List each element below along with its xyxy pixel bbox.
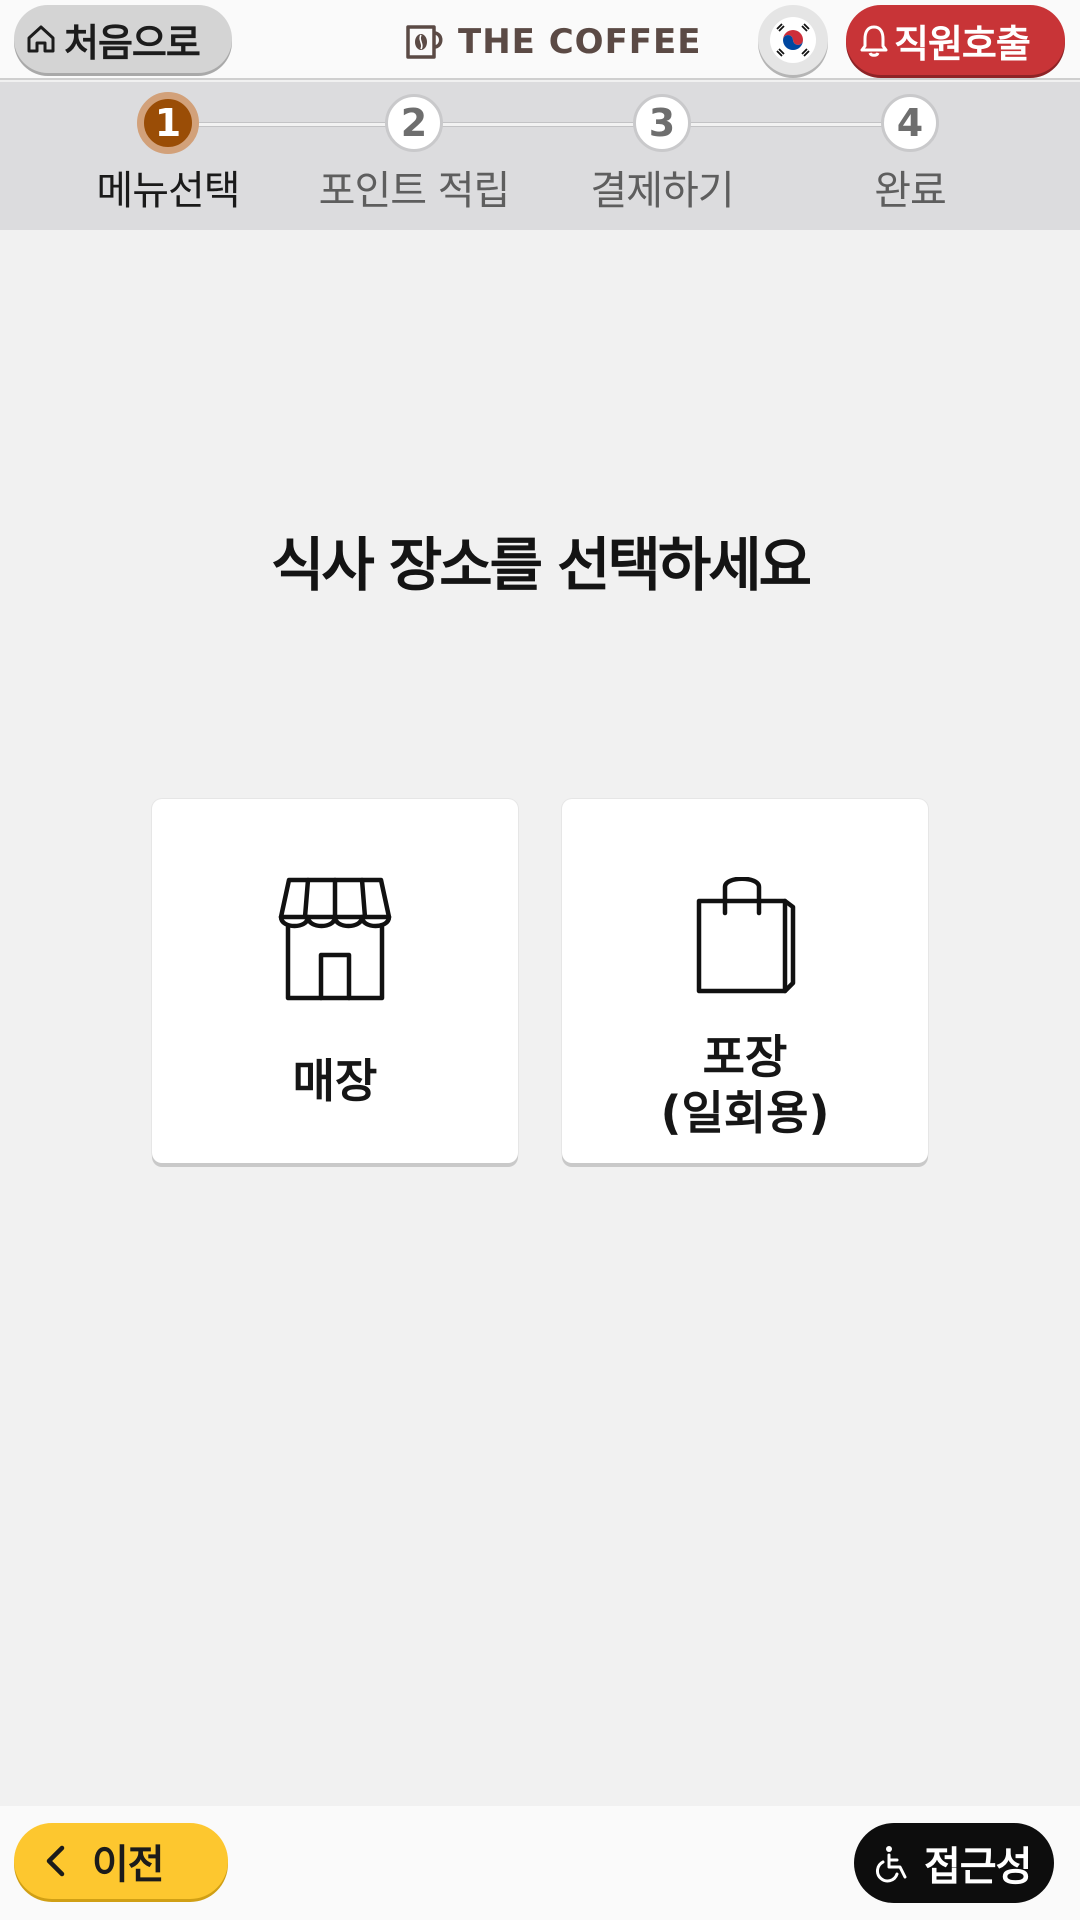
step-number: 4 xyxy=(881,94,939,152)
brand-name: THE COFFEE xyxy=(458,22,702,62)
brand-logo: THE COFFEE xyxy=(404,18,701,66)
call-staff-button[interactable]: 직원호출 xyxy=(846,5,1065,75)
step-label: 메뉴선택 xyxy=(96,168,240,214)
previous-button[interactable]: 이전 xyxy=(14,1823,228,1899)
home-button[interactable]: 처음으로 xyxy=(14,5,232,73)
accessibility-button[interactable]: 접근성 xyxy=(854,1823,1054,1903)
home-button-label: 처음으로 xyxy=(64,20,201,65)
step-3: 3 결제하기 xyxy=(552,94,772,216)
coffee-cup-icon xyxy=(406,25,443,59)
store-icon xyxy=(278,877,392,1001)
step-label: 포인트 적립 xyxy=(318,168,511,214)
chevron-left-icon xyxy=(46,1845,65,1877)
progress-steps: 1 메뉴선택 2 포인트 적립 3 결제하기 4 완료 xyxy=(0,82,1080,230)
bottom-bar: 이전 접근성 xyxy=(0,1806,1080,1920)
takeout-option[interactable]: 포장 (일회용) xyxy=(562,799,928,1163)
takeout-label-line1: 포장 xyxy=(702,1030,788,1084)
wheelchair-icon xyxy=(875,1846,907,1883)
top-bar: 처음으로 THE COFFEE 직원호출 xyxy=(0,0,1080,80)
step-number: 2 xyxy=(385,94,443,152)
takeout-label: 포장 (일회용) xyxy=(660,1029,829,1141)
step-number: 1 xyxy=(137,92,199,154)
call-staff-label: 직원호출 xyxy=(894,21,1031,66)
step-connector xyxy=(170,122,910,127)
page-title: 식사 장소를 선택하세요 xyxy=(271,531,812,599)
step-2: 2 포인트 적립 xyxy=(304,94,524,216)
step-label: 완료 xyxy=(874,168,947,214)
step-label: 결제하기 xyxy=(590,168,734,214)
step-4: 4 완료 xyxy=(800,94,1020,216)
step-number: 3 xyxy=(633,94,691,152)
korea-flag-icon xyxy=(770,17,816,63)
accessibility-label: 접근성 xyxy=(924,1844,1032,1890)
takeout-label-line2: (일회용) xyxy=(660,1086,830,1140)
bell-icon xyxy=(860,25,888,57)
previous-button-label: 이전 xyxy=(92,1842,165,1888)
shopping-bag-icon xyxy=(696,877,796,994)
step-1: 1 메뉴선택 xyxy=(58,92,278,216)
language-button[interactable] xyxy=(758,5,828,75)
home-icon xyxy=(27,25,55,53)
dine-in-label: 매장 xyxy=(292,1054,378,1108)
dine-in-option[interactable]: 매장 xyxy=(152,799,518,1163)
